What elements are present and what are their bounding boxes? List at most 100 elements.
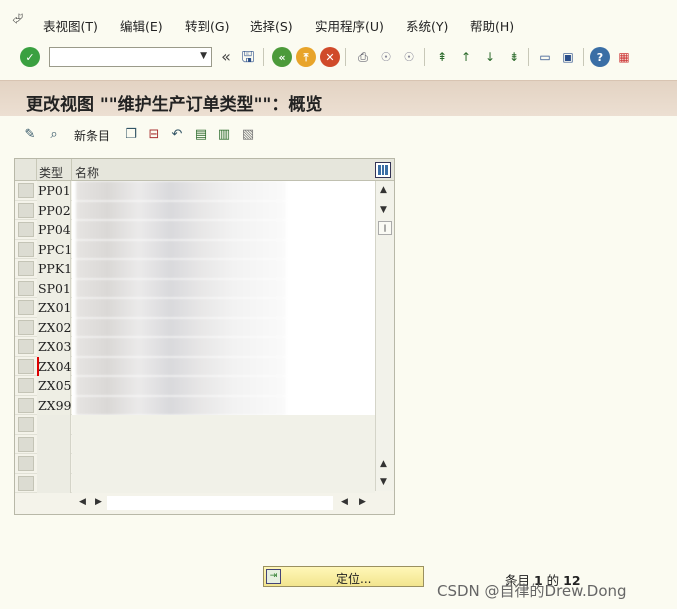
cell-order-name[interactable] xyxy=(72,181,375,201)
table-row[interactable]: ZX03 xyxy=(15,337,375,357)
delete-icon[interactable]: ⊟ xyxy=(144,124,164,144)
cell-order-name[interactable] xyxy=(72,298,375,318)
row-selector[interactable] xyxy=(18,397,34,413)
table-row[interactable]: PP04 xyxy=(15,220,375,240)
row-selector[interactable] xyxy=(18,261,34,276)
cell-order-name[interactable] xyxy=(72,337,375,357)
cell-order-type[interactable]: PP02 xyxy=(37,200,71,220)
chevron-down-icon[interactable]: ▼ xyxy=(200,51,207,61)
cell-order-type[interactable]: PP01 xyxy=(37,181,71,201)
menu-system[interactable]: 系统(Y) xyxy=(406,16,448,35)
row-selector[interactable] xyxy=(18,222,34,237)
scroll-page-down-icon[interactable]: ▼ xyxy=(380,477,387,487)
cell-order-name[interactable] xyxy=(72,415,375,435)
locate-button[interactable]: ⇥ 定位... xyxy=(263,566,424,587)
table-row[interactable]: ZX02 xyxy=(15,317,375,337)
scroll-up-icon[interactable]: ▲ xyxy=(380,185,387,195)
row-selector[interactable] xyxy=(18,339,34,354)
table-row[interactable]: ZX99 xyxy=(15,395,375,415)
cell-order-name[interactable] xyxy=(72,239,375,259)
menu-table-view[interactable]: 表视图(T) xyxy=(43,16,98,35)
column-header-type[interactable]: 类型 xyxy=(39,164,63,181)
cell-order-name[interactable] xyxy=(72,395,375,415)
deselect-all-icon[interactable]: ▧ xyxy=(238,124,258,144)
save-icon[interactable]: 🖫 xyxy=(238,47,258,67)
print-icon[interactable]: ⎙ xyxy=(353,47,373,67)
scroll-left-end-icon[interactable]: ◀ xyxy=(341,497,348,507)
cell-order-type[interactable] xyxy=(37,454,71,474)
previous-page-icon[interactable]: ↑ xyxy=(456,47,476,67)
cell-order-name[interactable] xyxy=(72,356,375,376)
horizontal-scroll-track[interactable] xyxy=(107,496,333,510)
cell-order-type[interactable]: ZX01 xyxy=(37,298,72,318)
cell-order-name[interactable] xyxy=(72,376,375,396)
table-row[interactable]: PP02 xyxy=(15,200,375,220)
command-field[interactable]: ▼ xyxy=(49,47,212,67)
help-icon[interactable]: ? xyxy=(590,47,610,67)
last-page-icon[interactable]: ⇟ xyxy=(504,47,524,67)
cell-order-type[interactable]: PPC1 xyxy=(37,239,72,259)
new-session-icon[interactable]: ▭ xyxy=(535,47,555,67)
cell-order-type[interactable] xyxy=(37,434,71,454)
menu-goto[interactable]: 转到(G) xyxy=(185,16,229,35)
copy-as-icon[interactable]: ❐ xyxy=(121,124,141,144)
cell-order-name[interactable] xyxy=(72,473,375,493)
table-row[interactable]: SP01 xyxy=(15,278,375,298)
scroll-left-icon[interactable]: ◀ xyxy=(79,497,86,507)
column-config-icon[interactable] xyxy=(375,162,391,178)
find-next-icon[interactable]: ☉ xyxy=(399,47,419,67)
cell-order-name[interactable] xyxy=(72,454,375,474)
cell-order-type[interactable]: PP04 xyxy=(37,220,71,240)
scroll-down-icon[interactable]: ▼ xyxy=(380,205,387,215)
shortcut-icon[interactable]: ▣ xyxy=(558,47,578,67)
table-row[interactable]: ZX05 xyxy=(15,376,375,396)
layout-settings-icon[interactable]: ▦ xyxy=(614,47,634,67)
row-selector[interactable] xyxy=(18,456,34,471)
cell-order-name[interactable] xyxy=(72,220,375,240)
new-entries-button[interactable]: 新条目 xyxy=(74,127,110,144)
cancel-icon[interactable]: ✕ xyxy=(320,47,340,67)
table-row-empty[interactable] xyxy=(15,473,375,493)
scroll-right-end-icon[interactable]: ▶ xyxy=(359,497,366,507)
cell-order-type[interactable]: ZX05 xyxy=(37,376,72,396)
row-selector[interactable] xyxy=(18,358,34,374)
table-row[interactable]: ZX01 xyxy=(15,298,375,318)
cell-order-name[interactable] xyxy=(72,317,375,337)
table-row[interactable]: PP01 xyxy=(15,181,375,201)
horizontal-scrollbar[interactable]: ◀ ▶ ◀ ▶ xyxy=(73,494,375,512)
column-header-name[interactable]: 名称 xyxy=(75,164,99,181)
cell-order-name[interactable] xyxy=(72,278,375,298)
row-selector[interactable] xyxy=(18,319,34,335)
table-row-empty[interactable] xyxy=(15,454,375,474)
cell-order-name[interactable] xyxy=(72,200,375,220)
row-selector[interactable] xyxy=(18,300,34,315)
row-selector[interactable] xyxy=(18,475,34,491)
cell-order-type[interactable]: ZX03 xyxy=(37,337,72,357)
menu-selection[interactable]: 选择(S) xyxy=(250,16,293,35)
exit-icon[interactable]: ⤒ xyxy=(296,47,316,67)
first-page-icon[interactable]: ⇞ xyxy=(432,47,452,67)
cell-order-type[interactable]: ZX99 xyxy=(37,395,72,415)
cell-order-type[interactable]: PPK1 xyxy=(37,259,72,279)
table-row[interactable]: PPK1 xyxy=(15,259,375,279)
table-row[interactable]: ZX04 xyxy=(15,356,375,376)
row-selector[interactable] xyxy=(18,417,34,432)
next-page-icon[interactable]: ↓ xyxy=(480,47,500,67)
display-change-icon[interactable]: ✎ xyxy=(20,124,40,144)
menu-help[interactable]: 帮助(H) xyxy=(470,16,514,35)
undo-change-icon[interactable]: ↶ xyxy=(167,124,187,144)
scroll-right-icon[interactable]: ▶ xyxy=(95,497,102,507)
scroll-thumb[interactable]: ‖ xyxy=(378,221,392,235)
select-block-icon[interactable]: ▥ xyxy=(214,124,234,144)
menu-utilities[interactable]: 实用程序(U) xyxy=(315,16,384,35)
find-icon[interactable]: ☉ xyxy=(376,47,396,67)
select-all-rows[interactable] xyxy=(15,159,37,181)
table-row-empty[interactable] xyxy=(15,415,375,435)
table-row[interactable]: PPC1 xyxy=(15,239,375,259)
cell-order-name[interactable] xyxy=(72,434,375,454)
cell-order-type[interactable] xyxy=(37,473,71,493)
enter-check-icon[interactable]: ✓ xyxy=(20,47,40,67)
cell-order-name[interactable] xyxy=(72,259,375,279)
cell-order-type[interactable]: SP01 xyxy=(37,278,71,298)
row-selector[interactable] xyxy=(18,202,34,218)
